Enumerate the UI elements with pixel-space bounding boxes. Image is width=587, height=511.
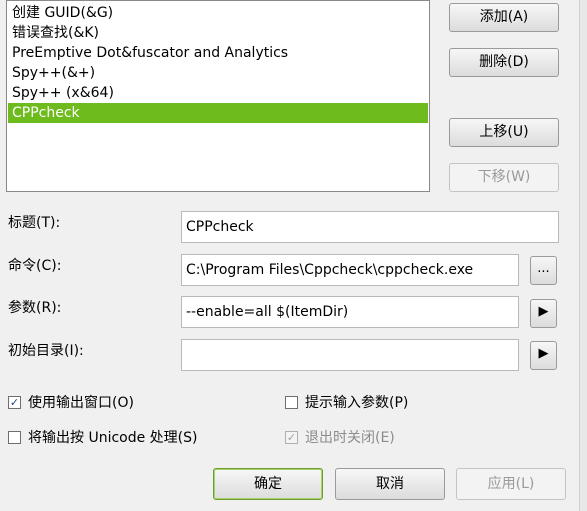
window-edge (579, 0, 587, 511)
use-output-window-label: 使用输出窗口(O) (28, 395, 134, 411)
cancel-button[interactable]: 取消 (335, 468, 445, 500)
list-item-selected[interactable]: CPPcheck (8, 103, 428, 123)
arrow-right-icon: ▶ (538, 304, 549, 319)
checkbox-checked-icon: ✓ (285, 431, 298, 444)
title-label: 标题(T): (8, 215, 61, 231)
move-down-button[interactable]: 下移(W) (449, 163, 559, 192)
arguments-field[interactable]: --enable=all $(ItemDir) (181, 296, 519, 328)
initial-directory-menu-button[interactable]: ▶ (530, 341, 557, 370)
command-label: 命令(C): (8, 258, 62, 274)
initial-directory-label: 初始目录(I): (8, 343, 84, 359)
prompt-arguments-label: 提示输入参数(P) (305, 395, 409, 411)
external-tools-list[interactable]: 创建 GUID(&G) 错误查找(&K) PreEmptive Dot&fusc… (6, 0, 430, 192)
arguments-menu-button[interactable]: ▶ (530, 299, 557, 328)
browse-button[interactable]: ... (530, 256, 557, 285)
move-up-button[interactable]: 上移(U) (449, 118, 559, 147)
title-field[interactable]: CPPcheck (181, 211, 559, 243)
arguments-label: 参数(R): (8, 300, 62, 316)
unicode-output-label: 将输出按 Unicode 处理(S) (28, 430, 198, 446)
add-button[interactable]: 添加(A) (449, 3, 559, 32)
checkbox-unchecked-icon (8, 431, 21, 444)
list-item[interactable]: Spy++(&+) (8, 63, 428, 83)
checkbox-checked-icon: ✓ (8, 396, 21, 409)
arrow-right-icon: ▶ (538, 346, 549, 361)
command-field[interactable]: C:\Program Files\Cppcheck\cppcheck.exe (181, 254, 519, 286)
list-item[interactable]: 错误查找(&K) (8, 23, 428, 43)
apply-button[interactable]: 应用(L) (456, 468, 566, 500)
list-item[interactable]: 创建 GUID(&G) (8, 3, 428, 23)
checkbox-unchecked-icon (285, 396, 298, 409)
close-on-exit-label: 退出时关闭(E) (305, 430, 395, 446)
ok-button[interactable]: 确定 (213, 468, 323, 500)
delete-button[interactable]: 删除(D) (449, 48, 559, 77)
list-item[interactable]: Spy++ (x&64) (8, 83, 428, 103)
list-item[interactable]: PreEmptive Dot&fuscator and Analytics (8, 43, 428, 63)
initial-directory-field[interactable] (181, 339, 519, 371)
